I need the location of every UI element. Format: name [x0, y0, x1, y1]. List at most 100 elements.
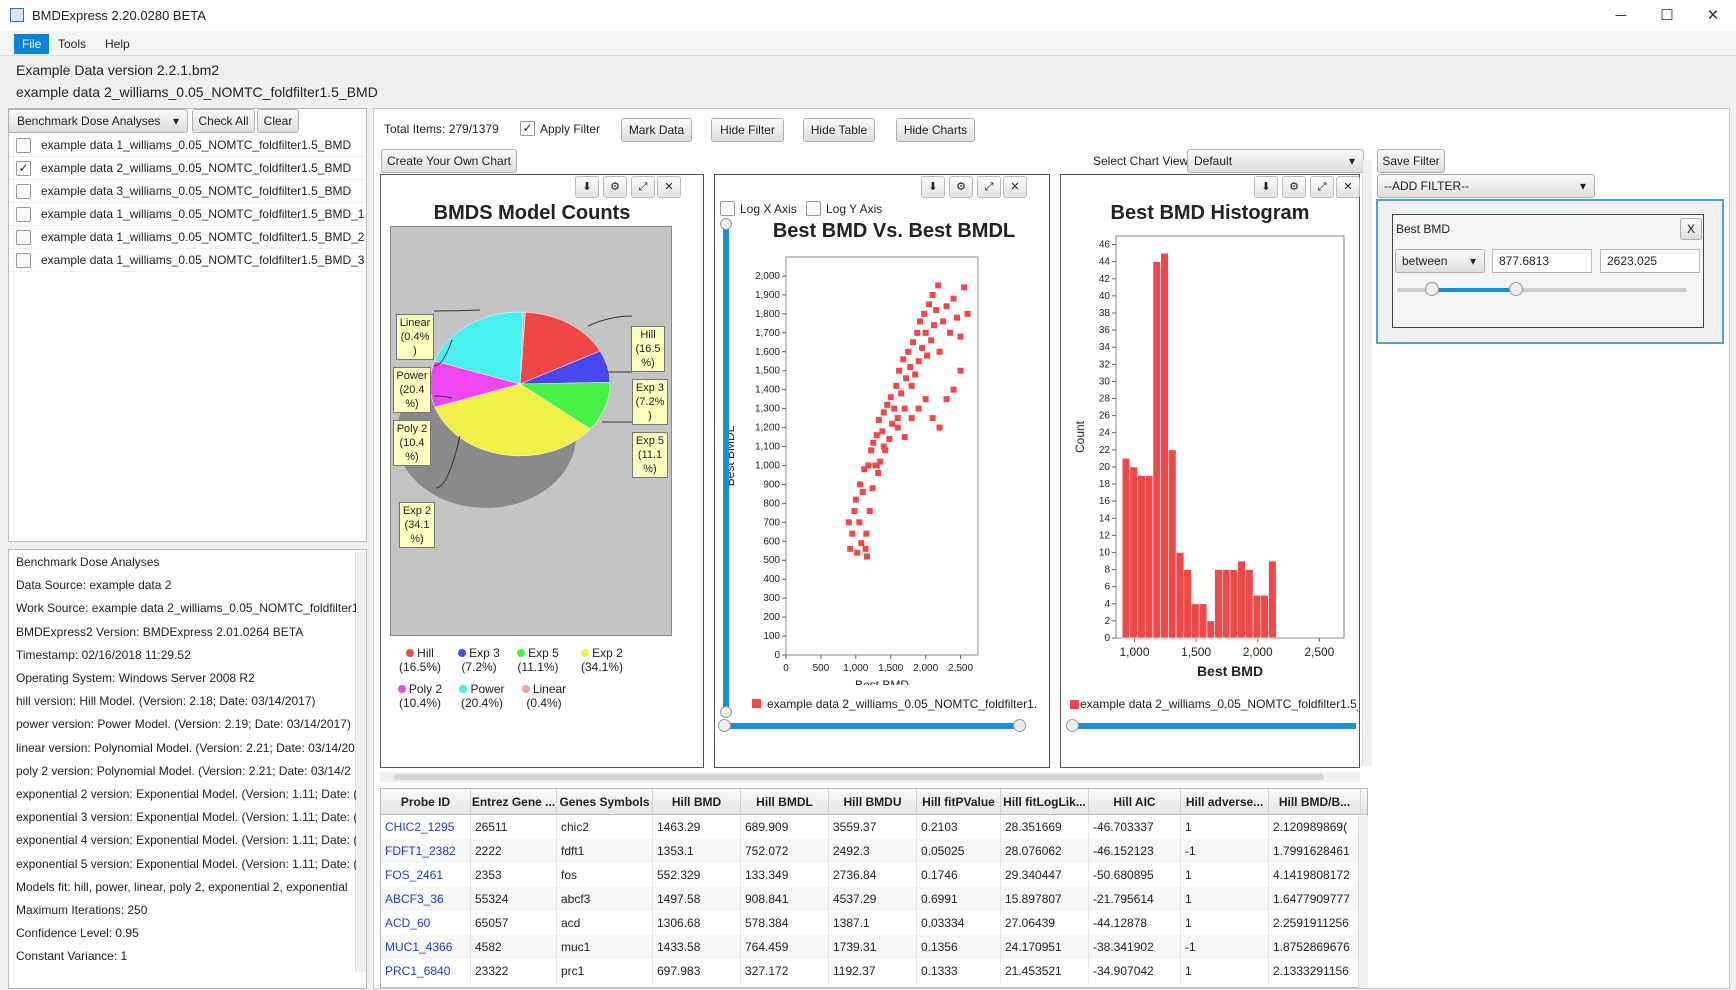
probe-id-link[interactable]: FDFT1_2382: [381, 839, 471, 863]
table-scrollbar[interactable]: [1358, 816, 1368, 988]
slider-thumb[interactable]: [1424, 282, 1439, 296]
maximize-button[interactable]: ☐: [1644, 0, 1690, 31]
probe-id-link[interactable]: ACD_60: [381, 911, 471, 935]
download-icon[interactable]: ⬇: [921, 176, 945, 198]
close-chart-icon[interactable]: ✕: [1003, 176, 1027, 198]
y-tick-label: 1,600: [755, 347, 780, 358]
column-header[interactable]: Probe ID: [381, 789, 471, 815]
charts-horizontal-scrollbar[interactable]: [380, 772, 1360, 782]
dataset-item[interactable]: example data 3_williams_0.05_NOMTC_foldf…: [9, 180, 365, 203]
column-header[interactable]: Hill BMD/B...: [1269, 789, 1361, 815]
table-row[interactable]: FDFT1_2382 2222 fdft1 1353.1 752.072 2492.3 0.…: [381, 839, 1361, 863]
dataset-item[interactable]: example data 1_williams_0.05_NOMTC_foldf…: [9, 134, 365, 157]
y-tick-label: 2,000: [755, 271, 780, 282]
x-range-slider[interactable]: [728, 723, 1018, 729]
dataset-item[interactable]: ✓ example data 2_williams_0.05_NOMTC_fold…: [9, 157, 365, 180]
dataset-checkbox[interactable]: [16, 207, 31, 222]
table-row[interactable]: FOS_2461 2353 fos 552.329 133.349 2736.84 0.17…: [381, 863, 1361, 887]
slider-thumb[interactable]: [720, 706, 732, 718]
analysis-category-select[interactable]: Benchmark Dose Analyses ▾: [8, 109, 188, 133]
create-chart-button[interactable]: Create Your Own Chart: [381, 149, 517, 173]
probe-id-link[interactable]: MUC1_4366: [381, 935, 471, 959]
y-tick-label: 30: [1099, 376, 1111, 387]
table-cell: -34.907042: [1089, 959, 1181, 983]
scatter-point: [898, 390, 905, 397]
table-row[interactable]: MUC1_4366 4582 muc1 1433.58 764.459 1739.31 0.…: [381, 935, 1361, 959]
table-row[interactable]: CHIC2_1295 26511 chic2 1463.29 689.909 3559.3…: [381, 815, 1361, 839]
filter-min-input[interactable]: 877.6813: [1492, 249, 1592, 273]
slider-thumb[interactable]: [720, 218, 732, 230]
scatter-point: [908, 382, 915, 389]
dataset-checkbox[interactable]: [16, 253, 31, 268]
column-header[interactable]: Hill fitLogLik...: [1001, 789, 1089, 815]
column-header[interactable]: Genes Symbols: [557, 789, 653, 815]
minimize-button[interactable]: ─: [1598, 0, 1644, 31]
info-scrollbar[interactable]: [355, 552, 366, 972]
expand-icon[interactable]: ⤢: [631, 176, 655, 198]
add-filter-select[interactable]: --ADD FILTER-- ▾: [1377, 174, 1595, 198]
y-tick-label: 300: [763, 593, 780, 604]
remove-filter-button[interactable]: X: [1680, 218, 1702, 240]
dataset-checkbox[interactable]: [16, 138, 31, 153]
expand-icon[interactable]: ⤢: [1310, 176, 1334, 198]
slider-thumb[interactable]: [718, 719, 731, 732]
hist-range-slider[interactable]: [1070, 723, 1356, 729]
slider-thumb[interactable]: [1013, 719, 1026, 732]
table-cell: -1: [1181, 935, 1269, 959]
column-header[interactable]: Hill BMDL: [741, 789, 829, 815]
log-x-checkbox[interactable]: [720, 201, 735, 216]
dataset-item[interactable]: example data 1_williams_0.05_NOMTC_foldf…: [9, 203, 365, 226]
column-header[interactable]: Hill BMDU: [829, 789, 917, 815]
scatter-point: [900, 356, 907, 363]
column-header[interactable]: Hill BMD: [653, 789, 741, 815]
slider-thumb[interactable]: [1508, 282, 1523, 296]
hide-charts-button[interactable]: Hide Charts: [896, 118, 975, 142]
download-icon[interactable]: ⬇: [575, 176, 599, 198]
log-y-checkbox[interactable]: [806, 201, 821, 216]
menu-help[interactable]: Help: [97, 34, 138, 54]
column-header[interactable]: Hill AIC: [1089, 789, 1181, 815]
slider-thumb[interactable]: [1066, 719, 1079, 732]
close-chart-icon[interactable]: ✕: [1336, 176, 1360, 198]
hide-table-button[interactable]: Hide Table: [803, 118, 875, 142]
table-row[interactable]: ACD_60 65057 acd 1306.68 578.384 1387.1 0.0333…: [381, 911, 1361, 935]
scatter-point: [859, 489, 866, 496]
table-row[interactable]: ABCF3_36 55324 abcf3 1497.58 908.841 4537.29 0…: [381, 887, 1361, 911]
check-all-button[interactable]: Check All: [192, 109, 255, 133]
dataset-checkbox[interactable]: [16, 184, 31, 199]
chart-view-select[interactable]: Default ▾: [1187, 149, 1364, 173]
menu-tools[interactable]: Tools: [50, 34, 94, 54]
mark-data-button[interactable]: Mark Data: [621, 118, 692, 142]
menu-file[interactable]: File: [14, 34, 50, 54]
column-header[interactable]: Entrez Gene ...: [471, 789, 557, 815]
dataset-item[interactable]: example data 1_williams_0.05_NOMTC_foldf…: [9, 249, 365, 272]
gear-icon[interactable]: ⚙: [1282, 176, 1306, 198]
save-filter-button[interactable]: Save Filter: [1377, 149, 1445, 173]
table-cell: 1353.1: [653, 839, 741, 863]
probe-id-link[interactable]: FOS_2461: [381, 863, 471, 887]
probe-id-link[interactable]: ABCF3_36: [381, 887, 471, 911]
dataset-checkbox[interactable]: [16, 230, 31, 245]
column-header[interactable]: Hill adverse...: [1181, 789, 1269, 815]
close-chart-icon[interactable]: ✕: [657, 176, 681, 198]
clear-button[interactable]: Clear: [257, 109, 299, 133]
apply-filter-checkbox[interactable]: ✓: [520, 121, 535, 136]
filter-max-input[interactable]: 2623.025: [1600, 249, 1700, 273]
dataset-item[interactable]: example data 1_williams_0.05_NOMTC_foldf…: [9, 226, 365, 249]
gear-icon[interactable]: ⚙: [949, 176, 973, 198]
legend-swatch: [752, 699, 761, 708]
probe-id-link[interactable]: PRC1_6840: [381, 959, 471, 983]
filter-range-slider[interactable]: [1397, 282, 1687, 296]
download-icon[interactable]: ⬇: [1254, 176, 1278, 198]
probe-id-link[interactable]: CHIC2_1295: [381, 815, 471, 839]
gear-icon[interactable]: ⚙: [603, 176, 627, 198]
table-row[interactable]: PRC1_6840 23322 prc1 697.983 327.172 1192.37 0…: [381, 959, 1361, 983]
close-window-button[interactable]: ✕: [1690, 0, 1736, 31]
charts-vertical-scrollbar[interactable]: [1362, 160, 1372, 766]
expand-icon[interactable]: ⤢: [977, 176, 1001, 198]
dataset-checkbox[interactable]: ✓: [16, 161, 31, 176]
hide-filter-button[interactable]: Hide Filter: [711, 118, 784, 142]
y-range-slider[interactable]: [723, 222, 729, 710]
column-header[interactable]: Hill fitPValue: [917, 789, 1001, 815]
filter-operator-select[interactable]: between ▾: [1395, 249, 1485, 273]
